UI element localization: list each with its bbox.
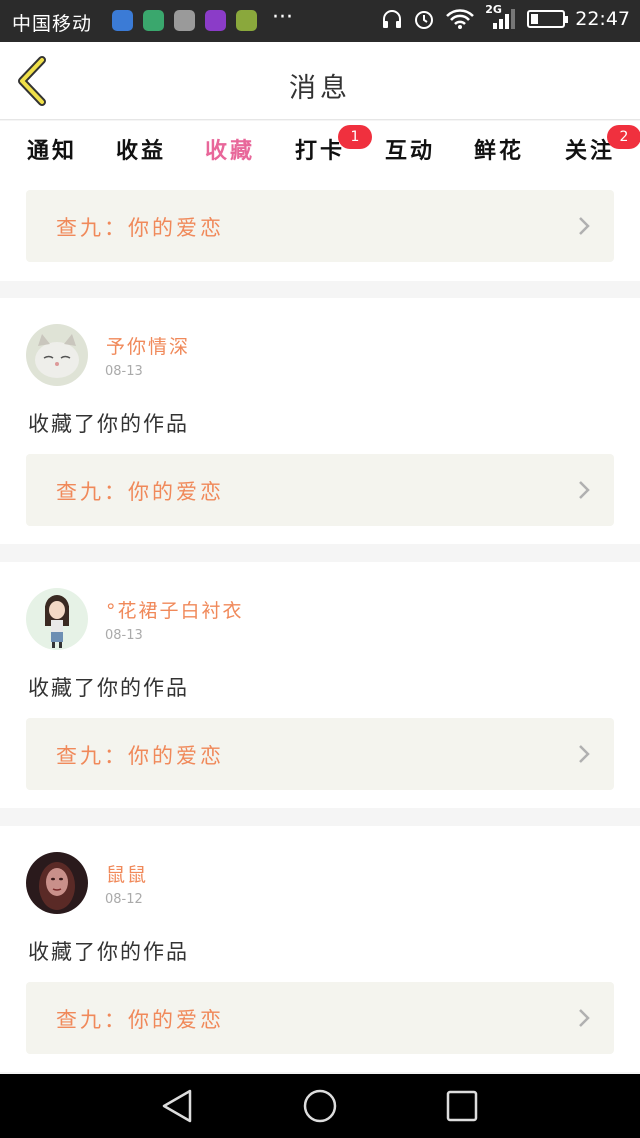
username[interactable]: °花裙子白衬衣 [106,596,244,623]
work-link[interactable]: 查九：你的爱恋 [26,454,614,526]
page-title: 消息 [289,73,351,104]
tab-follows[interactable]: 关注 2 [550,125,640,165]
username[interactable]: 鼠鼠 [106,860,148,887]
follows-badge: 2 [607,125,640,149]
notification-app-icon [205,10,226,31]
notification-app-icon [143,10,164,31]
work-link[interactable]: 查九：你的爱恋 [26,190,614,262]
tab-label: 打卡 [294,139,345,164]
notification-app-icon [112,10,133,31]
action-text: 收藏了你的作品 [28,412,189,436]
tab-flowers[interactable]: 鲜花 [459,133,539,165]
list-item: °花裙子白衬衣 08-13 收藏了你的作品 查九：你的爱恋 [0,562,640,808]
chevron-right-icon [579,217,590,235]
work-title: 查九：你的爱恋 [56,744,224,768]
tab-notifications[interactable]: 通知 [12,133,92,165]
nav-home-button[interactable] [300,1088,340,1124]
checkin-badge: 1 [338,125,372,149]
wifi-icon [446,9,475,29]
timestamp: 08-13 [105,628,143,643]
tab-interactions[interactable]: 互动 [370,133,450,165]
work-title: 查九：你的爱恋 [56,480,224,504]
avatar[interactable] [26,588,88,650]
square-recents-icon [446,1090,478,1122]
tab-label: 鲜花 [473,139,524,164]
chevron-right-icon [579,745,590,763]
notification-icons [112,10,257,31]
more-notifications-icon: ··· [272,5,293,30]
tab-label: 互动 [384,139,435,164]
tab-checkin[interactable]: 打卡 1 [280,125,372,165]
system-nav-bar [0,1074,640,1138]
work-link[interactable]: 查九：你的爱恋 [26,718,614,790]
notification-app-icon [236,10,257,31]
tab-bar: 通知 收益 收藏 打卡 1 互动 鲜花 关注 2 [0,121,640,187]
tab-label: 收藏 [204,139,255,164]
chevron-right-icon [579,481,590,499]
status-bar: 中国移动 ··· 2G 22:47 [0,0,640,42]
header: 消息 [0,42,640,120]
tab-earnings[interactable]: 收益 [101,133,181,165]
headphones-icon [383,10,402,28]
chevron-right-icon [579,1009,590,1027]
tab-favorites[interactable]: 收藏 [190,133,270,187]
nav-recents-button[interactable] [442,1088,482,1124]
work-link[interactable]: 查九：你的爱恋 [26,982,614,1054]
work-title: 查九：你的爱恋 [56,216,224,240]
work-title: 查九：你的爱恋 [56,1008,224,1032]
clock: 22:47 [575,8,630,30]
avatar[interactable] [26,324,88,386]
circle-home-icon [303,1089,337,1123]
avatar[interactable] [26,852,88,914]
alarm-icon [415,11,434,29]
username[interactable]: 予你情深 [106,332,190,359]
nav-back-button[interactable] [158,1088,198,1124]
timestamp: 08-12 [105,892,143,907]
timestamp: 08-13 [105,364,143,379]
list-item: 鼠鼠 08-12 收藏了你的作品 查九：你的爱恋 [0,826,640,1072]
tab-label: 收益 [115,139,166,164]
triangle-back-icon [162,1089,192,1123]
action-text: 收藏了你的作品 [28,676,189,700]
list-item: 查九：你的爱恋 [0,181,640,281]
action-text: 收藏了你的作品 [28,940,189,964]
notification-app-icon [174,10,195,31]
list-item: 予你情深 08-13 收藏了你的作品 查九：你的爱恋 [0,298,640,544]
battery-icon [527,10,569,28]
signal-icon: 2G [485,3,517,31]
tab-label: 通知 [26,139,77,164]
carrier-label: 中国移动 [12,13,93,35]
